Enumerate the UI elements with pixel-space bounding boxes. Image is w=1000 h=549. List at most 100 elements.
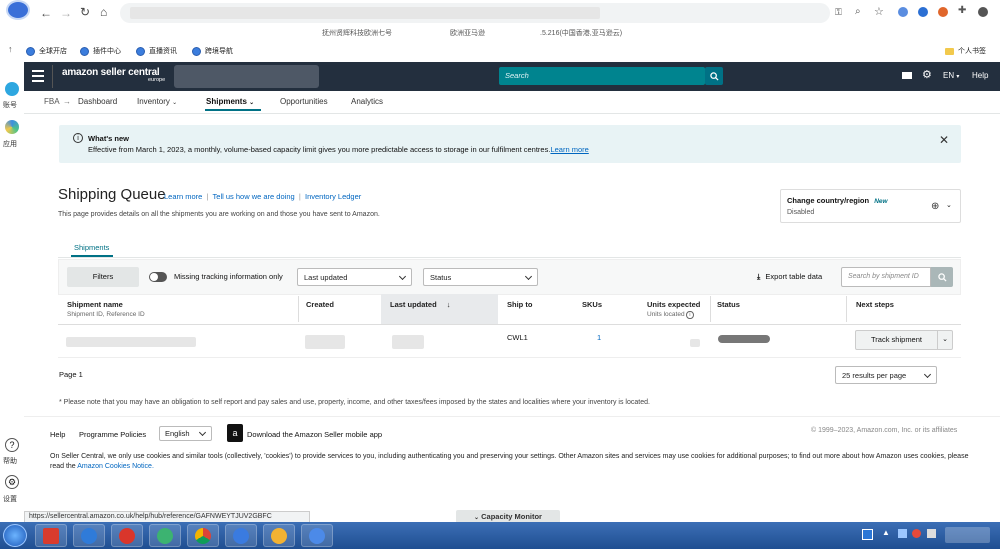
tray-icon-2[interactable]: [912, 529, 921, 538]
inventory-ledger-link[interactable]: Inventory Ledger: [305, 192, 361, 201]
forward-icon[interactable]: →: [60, 6, 72, 20]
extension-icon-1[interactable]: [898, 7, 908, 17]
browser-logo-icon[interactable]: [6, 0, 30, 20]
tray-arrow-icon[interactable]: ▲: [882, 528, 890, 537]
tray-search-icon[interactable]: [862, 529, 873, 540]
sort-select-label: Last updated: [304, 273, 348, 282]
extension-icon-3[interactable]: [938, 7, 948, 17]
profile-icon[interactable]: [978, 7, 988, 17]
bookmark-2[interactable]: 插件中心: [80, 46, 121, 56]
country-new-badge: New: [874, 198, 888, 205]
shipment-search-input[interactable]: Search by shipment ID: [841, 267, 931, 287]
nav-fba[interactable]: FBA: [44, 97, 60, 106]
language-select[interactable]: EN ▾: [943, 71, 959, 80]
taskbar-app-blue[interactable]: [73, 524, 105, 547]
extension-icon-2[interactable]: [918, 7, 928, 17]
search-button[interactable]: [705, 67, 723, 85]
footer-copyright: © 1999–2023, Amazon.com, Inc. or its aff…: [811, 427, 958, 434]
notice-title: What's new: [88, 134, 129, 143]
search-input[interactable]: Search: [499, 67, 705, 85]
nav-inventory[interactable]: Inventory ⌄: [137, 97, 177, 106]
menu-icon[interactable]: [32, 70, 44, 82]
start-button[interactable]: [3, 524, 27, 547]
th-shipment-name-sub: Shipment ID, Reference ID: [67, 311, 145, 318]
footer-policies-link[interactable]: Programme Policies: [79, 430, 146, 439]
th-units-located: Units located i: [647, 311, 694, 319]
reload-icon[interactable]: ↻: [80, 5, 90, 19]
skus-value[interactable]: 1: [597, 333, 601, 342]
tab-strip-text-2: 欧洲亚马逊: [450, 30, 485, 37]
key-icon[interactable]: ⚿: [835, 7, 842, 18]
side-settings-label[interactable]: 设置: [3, 494, 17, 504]
header-help-link[interactable]: Help: [972, 71, 988, 80]
tray-network-icon[interactable]: [927, 529, 936, 538]
mail-icon[interactable]: [902, 72, 912, 79]
whats-new-banner: i What's new Effective from March 1, 202…: [59, 125, 961, 163]
track-shipment-dropdown[interactable]: ⌄: [938, 330, 953, 350]
tab-shipments[interactable]: Shipments: [74, 243, 109, 252]
bookmark-1[interactable]: 全球开店: [26, 46, 67, 56]
missing-tracking-toggle[interactable]: [149, 272, 167, 282]
info-icon: i: [686, 311, 694, 319]
taskbar-app-wechat[interactable]: [149, 524, 181, 547]
footer-help-link[interactable]: Help: [50, 430, 65, 439]
nav-shipments[interactable]: Shipments ⌄: [206, 97, 254, 106]
taskbar-app-browser-2[interactable]: [263, 524, 295, 547]
notice-learn-more-link[interactable]: Learn more: [550, 145, 588, 154]
taskbar-app-wps[interactable]: [35, 524, 67, 547]
taskbar-app-browser-3[interactable]: [301, 524, 333, 547]
help-icon[interactable]: ?: [5, 438, 19, 452]
country-title: Change country/region: [787, 196, 870, 205]
star-icon[interactable]: ☆: [874, 5, 884, 18]
export-button[interactable]: ⤓ Export table data: [757, 272, 822, 282]
shipment-name-blurred: [66, 337, 196, 347]
chevron-down-icon: [923, 370, 932, 379]
th-last-updated[interactable]: Last updated ↓: [390, 300, 451, 309]
feedback-link[interactable]: Tell us how we are doing: [213, 192, 295, 201]
status-select[interactable]: Status: [423, 268, 538, 286]
cookies-link[interactable]: Amazon Cookies Notice.: [77, 463, 154, 470]
address-bar[interactable]: [120, 3, 830, 23]
puzzle-icon[interactable]: ✚: [958, 5, 966, 16]
zoom-icon[interactable]: ⌕: [855, 6, 861, 17]
amazon-logo[interactable]: amazon seller central europe: [62, 67, 165, 83]
seller-app-icon[interactable]: a: [227, 424, 243, 442]
footer-language-select[interactable]: English: [159, 426, 212, 441]
updated-date-blurred: [392, 335, 424, 349]
country-region-box[interactable]: Change country/region New Disabled ⊕ ⌄: [780, 189, 961, 223]
bookmark-4[interactable]: 跨境导航: [192, 46, 233, 56]
side-account-label[interactable]: 账号: [3, 100, 17, 110]
filters-button[interactable]: Filters: [67, 267, 139, 287]
taskbar-app-red[interactable]: [111, 524, 143, 547]
footer-app-link[interactable]: Download the Amazon Seller mobile app: [247, 430, 382, 439]
settings-icon[interactable]: ⚙: [5, 475, 19, 489]
track-shipment-button[interactable]: Track shipment: [855, 330, 938, 350]
back-icon[interactable]: ←: [40, 6, 52, 20]
table-row[interactable]: CWL1 1 Track shipment ⌄: [58, 325, 961, 358]
close-icon[interactable]: ✕: [939, 133, 949, 147]
per-page-select[interactable]: 25 results per page: [835, 366, 937, 384]
seller-central-header: amazon seller central europe Search ⚙ EN…: [24, 62, 1000, 91]
account-icon[interactable]: [5, 82, 19, 96]
th-created[interactable]: Created: [306, 300, 334, 309]
home-icon[interactable]: ⌂: [100, 5, 107, 19]
settings-gear-icon[interactable]: ⚙: [922, 68, 932, 81]
bookmark-personal[interactable]: 个人书签: [945, 46, 986, 56]
nav-opportunities[interactable]: Opportunities: [280, 97, 328, 106]
bookmark-apps-icon[interactable]: ↑: [8, 44, 13, 54]
nav-dashboard[interactable]: Dashboard: [78, 97, 117, 106]
side-apps-label[interactable]: 应用: [3, 139, 17, 149]
shipment-search-button[interactable]: [931, 267, 953, 287]
sort-select[interactable]: Last updated: [297, 268, 412, 286]
tray-icon-1[interactable]: [898, 529, 907, 538]
nav-analytics[interactable]: Analytics: [351, 97, 383, 106]
taskbar-app-browser-1[interactable]: [225, 524, 257, 547]
apps-icon[interactable]: [5, 120, 19, 134]
bookmark-1-label: 全球开店: [39, 48, 67, 55]
taskbar-app-chrome[interactable]: [187, 524, 219, 547]
bookmark-3[interactable]: 直播资讯: [136, 46, 177, 56]
globe-icon: ⊕: [931, 201, 940, 212]
learn-more-link[interactable]: Learn more: [164, 192, 202, 201]
side-help-label[interactable]: 帮助: [3, 456, 17, 466]
nav-inventory-label: Inventory: [137, 97, 170, 106]
